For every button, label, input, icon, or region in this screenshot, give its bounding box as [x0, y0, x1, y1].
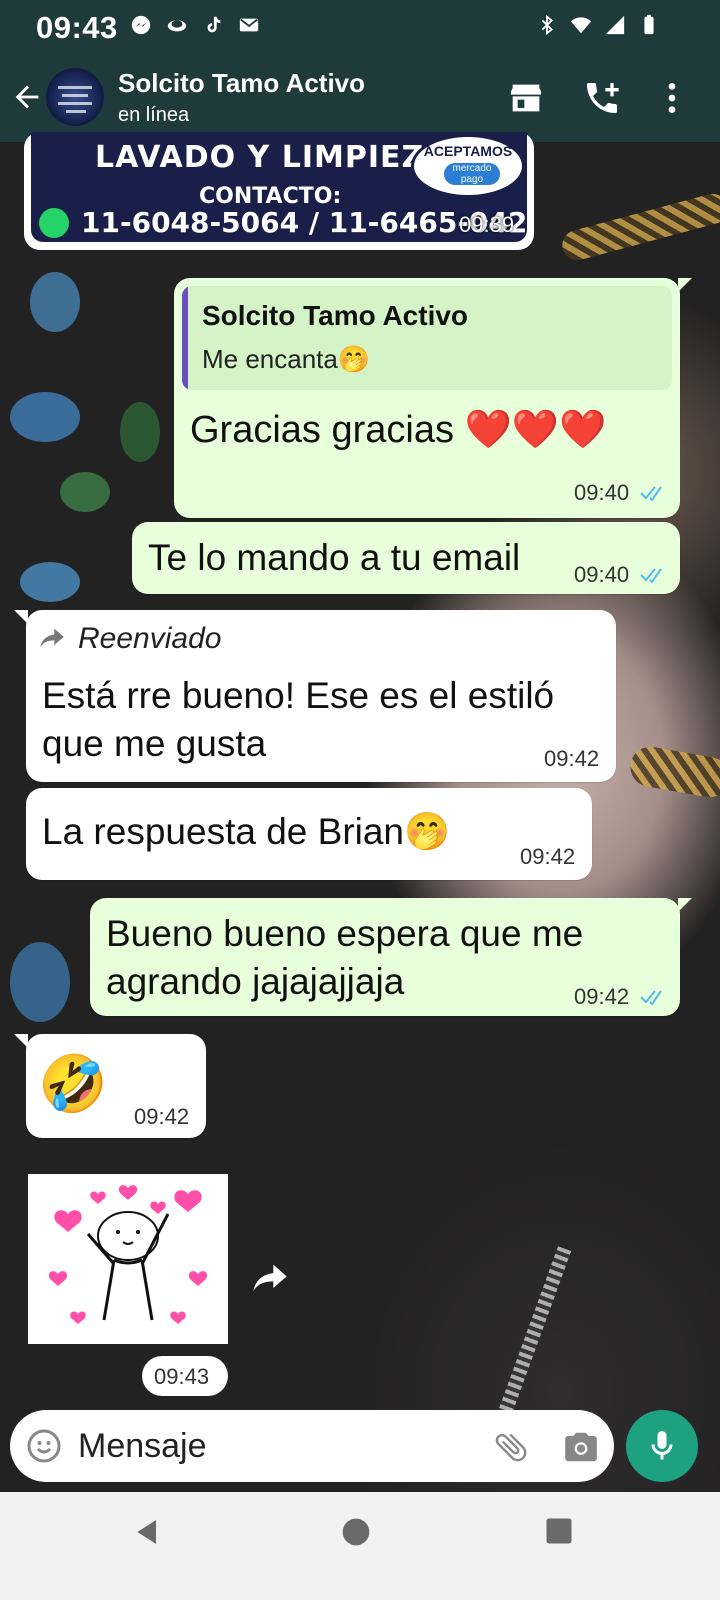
- message-input[interactable]: Mensaje: [78, 1427, 207, 1466]
- status-bar: 09:43: [0, 0, 720, 52]
- image-message[interactable]: LAVADO Y LIMPIEZA ACEPTAMOS mercado pago…: [24, 132, 534, 250]
- sticker-time-pill: 09:43: [142, 1356, 228, 1396]
- read-ticks-icon: [640, 568, 662, 584]
- outgoing-message[interactable]: Bueno bueno espera que me agrando jajaja…: [90, 898, 692, 1016]
- signal-icon: [605, 15, 625, 35]
- outgoing-message[interactable]: Te lo mando a tu email 09:40: [132, 522, 680, 594]
- quoted-message[interactable]: Solcito Tamo Activo Me encanta🤭: [182, 286, 672, 390]
- message-time: 09:42: [134, 1104, 190, 1129]
- message-time: 09:42: [574, 984, 630, 1009]
- battery-icon: [644, 14, 654, 35]
- nav-home-icon[interactable]: [340, 1516, 372, 1548]
- badge-subtitle: mercado pago: [444, 163, 500, 185]
- business-banner-image[interactable]: LAVADO Y LIMPIEZA ACEPTAMOS mercado pago…: [31, 132, 527, 242]
- camera-icon[interactable]: [562, 1428, 600, 1466]
- add-call-icon[interactable]: [582, 78, 622, 118]
- emoji-message: 🤣: [38, 1052, 108, 1115]
- sparkle-icon: [167, 20, 187, 32]
- incoming-message[interactable]: La respuesta de Brian🤭 09:42: [26, 788, 592, 880]
- message-text-line: agrando jajajajjaja: [106, 961, 405, 1002]
- message-text: Te lo mando a tu email: [148, 537, 521, 578]
- chat-header: Solcito Tamo Activo en línea: [0, 52, 720, 142]
- read-ticks-icon: [640, 486, 662, 502]
- message-text-line: Bueno bueno espera que me: [106, 913, 584, 954]
- tiktok-icon: [207, 16, 221, 33]
- forwarded-icon: [40, 628, 64, 648]
- bluetooth-icon: [541, 14, 553, 36]
- incoming-message[interactable]: 🤣 09:42: [14, 1034, 206, 1138]
- incoming-message[interactable]: Reenviado Está rre bueno! Ese es el esti…: [14, 610, 616, 782]
- attach-icon[interactable]: [492, 1428, 530, 1466]
- system-nav-bar: [0, 1492, 720, 1600]
- forwarded-label: Reenviado: [78, 622, 222, 655]
- sticker-image: [48, 1185, 208, 1324]
- message-text-line: Está rre bueno! Ese es el estiló: [42, 675, 555, 716]
- message-time: 09:42: [544, 746, 600, 771]
- contact-name[interactable]: Solcito Tamo Activo: [118, 68, 365, 99]
- message-input-bar[interactable]: Mensaje: [10, 1410, 614, 1482]
- read-ticks-icon: [640, 990, 662, 1006]
- whatsapp-icon: [39, 208, 69, 238]
- chat-messages: LAVADO Y LIMPIEZA ACEPTAMOS mercado pago…: [0, 132, 720, 1520]
- message-time: 09:42: [520, 844, 576, 869]
- gmail-icon: [239, 18, 259, 32]
- nav-back-icon[interactable]: [132, 1516, 164, 1548]
- message-text-line: que me gusta: [42, 723, 267, 764]
- microphone-icon: [651, 1431, 673, 1460]
- more-options-icon[interactable]: [652, 78, 692, 118]
- emoji-icon[interactable]: [26, 1428, 62, 1464]
- voice-record-button[interactable]: [626, 1410, 698, 1482]
- contact-status: en línea: [118, 104, 190, 126]
- store-icon[interactable]: [506, 78, 546, 118]
- message-time: 09:39: [459, 212, 515, 237]
- sticker-message[interactable]: [28, 1174, 228, 1344]
- status-time: 09:43: [36, 10, 118, 45]
- nav-recents-icon[interactable]: [544, 1516, 574, 1546]
- message-text: Gracias gracias ❤️❤️❤️: [190, 409, 607, 451]
- outgoing-message[interactable]: Solcito Tamo Activo Me encanta🤭 Gracias …: [174, 278, 692, 518]
- message-time: 09:40: [574, 562, 630, 587]
- badge-title: ACEPTAMOS: [423, 143, 513, 159]
- avatar[interactable]: [46, 68, 104, 126]
- banner-title: LAVADO Y LIMPIEZA: [95, 140, 449, 175]
- mercadopago-badge: ACEPTAMOS mercado pago: [411, 134, 525, 198]
- forward-icon[interactable]: [250, 1258, 290, 1298]
- message-time: 09:43: [154, 1364, 210, 1389]
- quoted-text: Me encanta🤭: [202, 344, 371, 374]
- quoted-sender: Solcito Tamo Activo: [202, 300, 469, 331]
- messenger-icon: [131, 15, 151, 35]
- wifi-icon: [570, 17, 592, 34]
- message-time: 09:40: [574, 480, 630, 505]
- back-arrow-icon[interactable]: [10, 80, 44, 114]
- message-text: La respuesta de Brian🤭: [42, 811, 451, 852]
